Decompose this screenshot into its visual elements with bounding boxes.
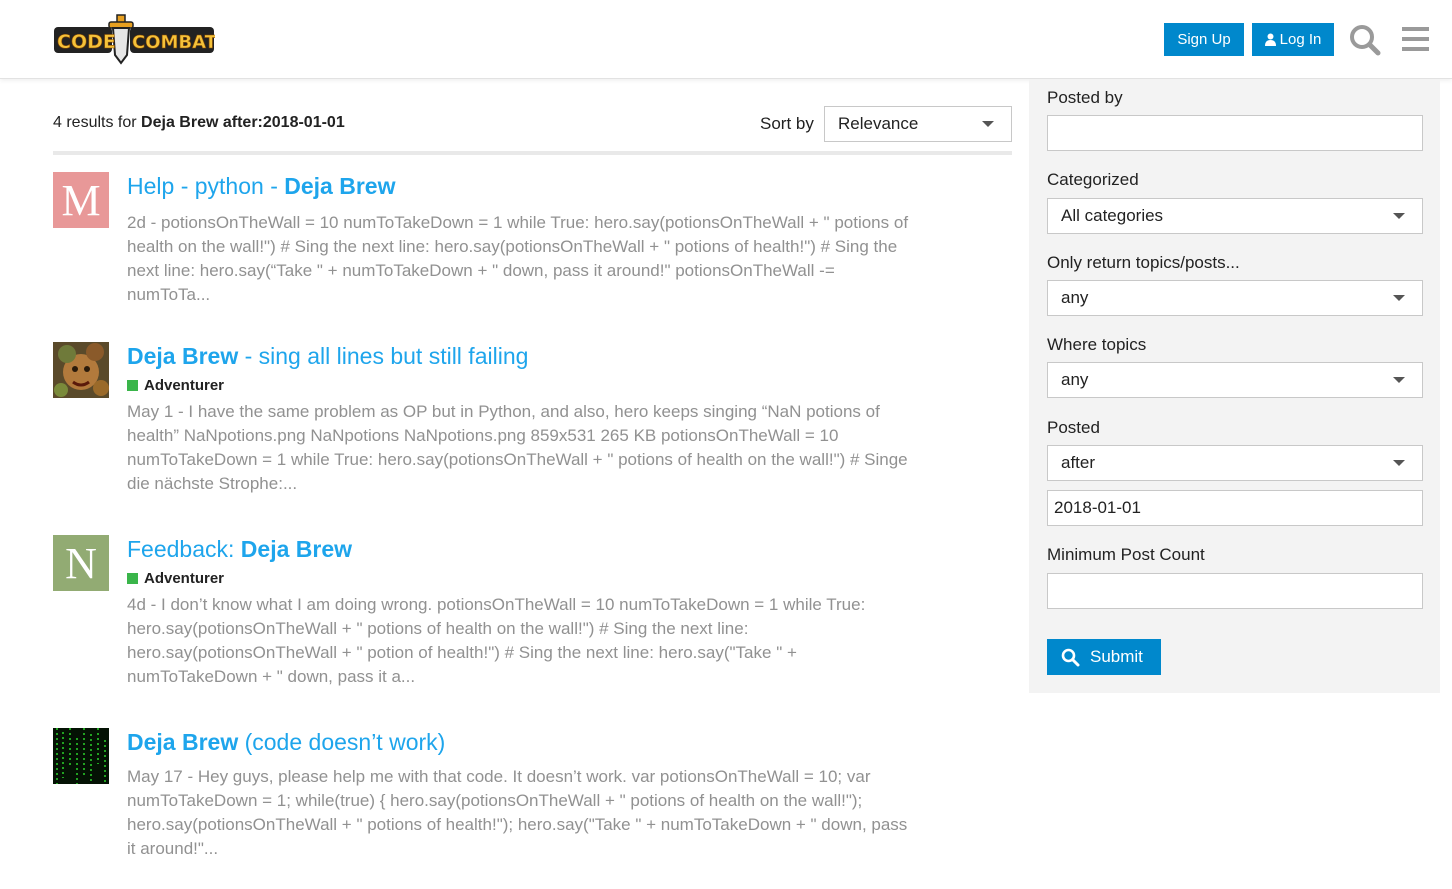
sort-label: Sort by <box>760 114 814 133</box>
results-count-prefix: 4 results for <box>53 114 137 131</box>
search-icon <box>1061 648 1080 666</box>
results-count: 4 results for Deja Brew after:2018-01-01 <box>53 114 345 132</box>
result-title-prefix: Feedback: <box>127 536 241 562</box>
categorized-select[interactable]: All categories <box>1047 198 1423 234</box>
result-title-suffix: - sing all lines but still failing <box>238 343 529 369</box>
categorized-label: Categorized <box>1047 170 1139 189</box>
avatar[interactable] <box>53 342 109 398</box>
result-title-suffix: (code doesn’t work) <box>238 729 446 755</box>
posted-date-input[interactable]: 2018-01-01 <box>1047 490 1423 526</box>
result-blurb: 4d - I don’t know what I am doing wrong.… <box>127 595 866 686</box>
only-return-label: Only return topics/posts... <box>1047 253 1240 272</box>
search-icon[interactable] <box>1349 24 1381 56</box>
chevron-down-icon <box>1393 213 1405 219</box>
result-title-highlight: Deja Brew <box>127 343 239 369</box>
where-topics-label: Where topics <box>1047 335 1147 354</box>
result-title-link[interactable]: Help - python - Deja Brew <box>127 172 927 200</box>
avatar[interactable]: M <box>53 172 109 228</box>
sort-select-value: Relevance <box>838 114 919 133</box>
posted-select[interactable]: after <box>1047 445 1423 481</box>
posted-by-label: Posted by <box>1047 88 1123 107</box>
posted-by-input[interactable] <box>1047 115 1423 151</box>
posted-select-value: after <box>1061 453 1096 472</box>
result-title-link[interactable]: Feedback: Deja Brew <box>127 535 927 563</box>
posted-label: Posted <box>1047 418 1100 437</box>
chevron-down-icon <box>982 121 994 127</box>
result-blurb: May 17 - Hey guys, please help me with t… <box>127 767 908 858</box>
result-title-link[interactable]: Deja Brew (code doesn’t work) <box>127 728 927 756</box>
submit-button[interactable]: Submit <box>1047 639 1161 675</box>
where-topics-select[interactable]: any <box>1047 362 1423 398</box>
result-title-highlight: Deja Brew <box>240 536 353 562</box>
result-title-prefix: Help - python - <box>127 173 285 199</box>
result-blurb: 2d - potionsOnTheWall = 10 numToTakeDown… <box>127 213 909 304</box>
category-badge[interactable]: Adventurer <box>127 376 927 394</box>
category-badge[interactable]: Adventurer <box>127 569 927 587</box>
result-title-link[interactable]: Deja Brew - sing all lines but still fai… <box>127 342 927 370</box>
only-return-select[interactable]: any <box>1047 280 1423 316</box>
codecombat-logo[interactable]: CODE COMBAT <box>53 13 218 65</box>
results-query: Deja Brew after:2018-01-01 <box>141 114 345 131</box>
where-topics-select-value: any <box>1061 370 1089 389</box>
user-icon <box>1264 33 1276 46</box>
min-post-count-label: Minimum Post Count <box>1047 545 1205 564</box>
svg-text:COMBAT: COMBAT <box>132 32 215 53</box>
site-header: CODE COMBAT Sign Up Log In <box>0 0 1452 79</box>
chevron-down-icon <box>1393 377 1405 383</box>
avatar-letter: M <box>61 175 101 225</box>
log-in-label: Log In <box>1279 31 1322 48</box>
category-label: Adventurer <box>144 569 225 587</box>
submit-label: Submit <box>1090 647 1143 666</box>
results-divider <box>53 151 1012 155</box>
chevron-down-icon <box>1393 460 1405 466</box>
category-label: Adventurer <box>144 376 225 394</box>
category-color-square <box>127 572 138 584</box>
result-title-highlight: Deja Brew <box>127 729 239 755</box>
menu-icon[interactable] <box>1400 24 1432 56</box>
avatar[interactable] <box>53 728 109 784</box>
sign-up-button[interactable]: Sign Up <box>1164 23 1244 56</box>
svg-text:CODE: CODE <box>57 31 116 53</box>
log-in-button[interactable]: Log In <box>1252 23 1334 56</box>
category-color-square <box>127 379 138 391</box>
only-return-select-value: any <box>1061 288 1089 307</box>
chevron-down-icon <box>1393 295 1405 301</box>
result-title-highlight: Deja Brew <box>284 173 396 199</box>
sort-select[interactable]: Relevance <box>824 106 1012 142</box>
avatar[interactable]: N <box>53 535 109 591</box>
result-blurb: May 1 - I have the same problem as OP bu… <box>127 402 908 493</box>
categorized-select-value: All categories <box>1061 206 1164 225</box>
min-post-count-input[interactable] <box>1047 573 1423 609</box>
avatar-letter: N <box>65 538 97 588</box>
